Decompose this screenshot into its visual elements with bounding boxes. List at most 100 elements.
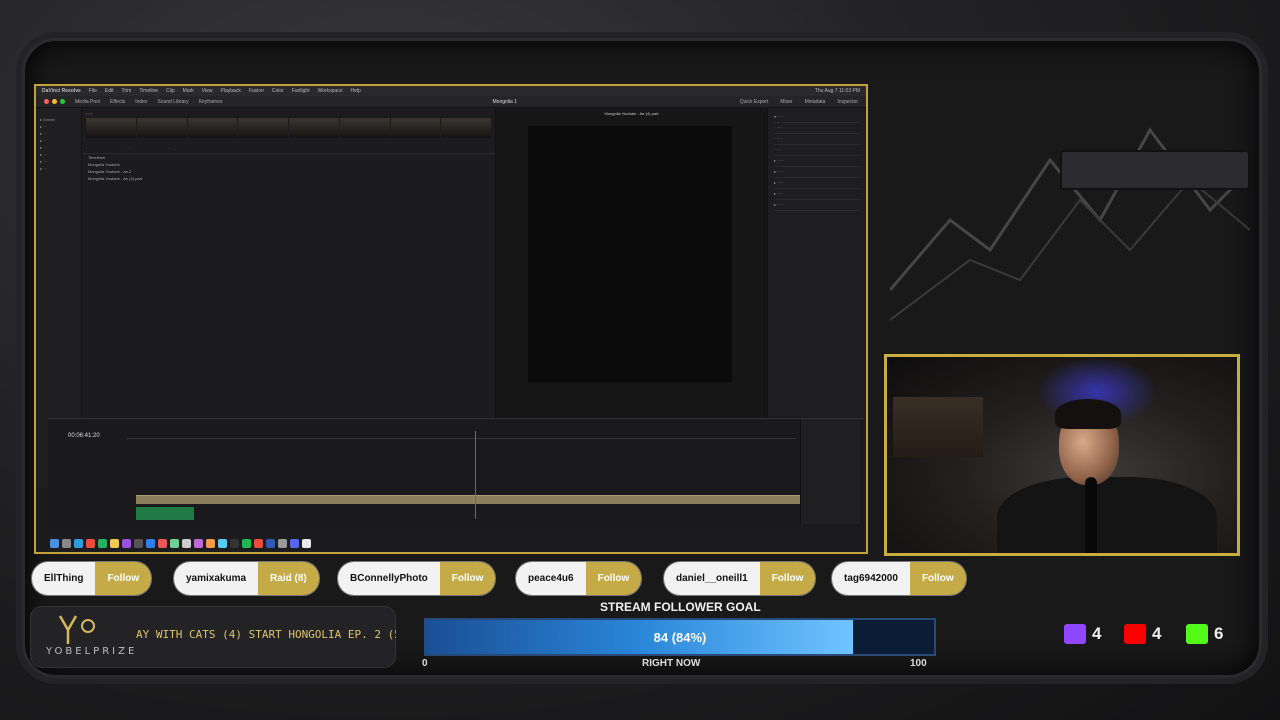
video-track-clip[interactable] xyxy=(136,495,806,504)
finder-icon[interactable] xyxy=(50,538,59,548)
menu-help[interactable]: Help xyxy=(351,88,361,94)
event-user: BConnellyPhoto xyxy=(338,562,440,595)
event-pill: yamixakuma Raid (8) xyxy=(174,562,319,595)
timeline-timecode: 00:06:41:20 xyxy=(68,433,100,439)
sound-library-button[interactable]: Sound Library xyxy=(157,99,188,105)
quick-export-button[interactable]: Quick Export xyxy=(740,99,769,105)
bin-tree-item[interactable]: ▸ Master xyxy=(40,116,77,123)
app-icon[interactable] xyxy=(122,538,131,548)
inspector-section[interactable]: ▸ ····· xyxy=(774,178,860,189)
bin-tree-item[interactable]: ▸ ··· xyxy=(40,151,77,158)
screen-capture: DaVinci Resolve File Edit Trim Timeline … xyxy=(34,84,868,554)
project-title: Mongolia 1 xyxy=(492,98,517,105)
goal-min: 0 xyxy=(422,658,428,669)
clip-thumbnail[interactable] xyxy=(339,118,390,138)
app-icon[interactable] xyxy=(170,538,179,548)
media-pool-breadcrumb: › › › xyxy=(86,111,93,116)
menu-edit[interactable]: Edit xyxy=(105,88,114,94)
inspector-button[interactable]: Inspector xyxy=(837,99,858,105)
safari-icon[interactable] xyxy=(74,538,83,548)
inspector-section[interactable]: ▸ ····· xyxy=(774,189,860,200)
discord-icon[interactable] xyxy=(290,538,299,548)
mixer-button[interactable]: Mixer xyxy=(780,99,792,105)
menu-fusion[interactable]: Fusion xyxy=(249,88,264,94)
app-name[interactable]: DaVinci Resolve xyxy=(42,88,81,94)
event-pill: EllThing Follow xyxy=(32,562,152,595)
index-button[interactable]: Index xyxy=(135,99,147,105)
zoom-window-icon[interactable] xyxy=(60,99,65,104)
audio-track-clip[interactable] xyxy=(136,507,194,520)
app-icon[interactable] xyxy=(134,538,143,548)
goal-progress-bar: 84 (84%) xyxy=(424,618,936,656)
clip-row[interactable]: Mongolia Youtube - ae 2 xyxy=(82,168,495,175)
menu-fairlight[interactable]: Fairlight xyxy=(292,88,310,94)
clip-row[interactable]: Mongolia Youtube - Ae (4) part xyxy=(82,175,495,182)
clip-row[interactable]: Mongolia Youtube xyxy=(82,161,495,168)
menu-timeline[interactable]: Timeline xyxy=(139,88,158,94)
keyframes-button[interactable]: Keyframes xyxy=(199,99,223,105)
spotify-icon[interactable] xyxy=(242,538,251,548)
trash-icon[interactable] xyxy=(302,538,311,548)
audio-mixer[interactable] xyxy=(800,419,860,524)
clip-thumbnail[interactable] xyxy=(136,118,187,138)
close-window-icon[interactable] xyxy=(44,99,49,104)
app-icon[interactable] xyxy=(278,538,287,548)
clip-thumbnail[interactable] xyxy=(187,118,238,138)
app-icon[interactable] xyxy=(98,538,107,548)
app-icon[interactable] xyxy=(146,538,155,548)
bin-tree-item[interactable]: ▸ ··· xyxy=(40,165,77,172)
bin-tree-item[interactable]: ▸ ··· xyxy=(40,123,77,130)
clip-row[interactable]: Timelines xyxy=(82,154,495,161)
menu-workspace[interactable]: Workspace xyxy=(318,88,343,94)
event-pill: peace4u6 Follow xyxy=(516,562,642,595)
menu-clip[interactable]: Clip xyxy=(166,88,175,94)
app-icon[interactable] xyxy=(206,538,215,548)
metadata-button[interactable]: Metadata xyxy=(805,99,826,105)
effects-button[interactable]: Effects xyxy=(110,99,125,105)
bin-tree-item[interactable]: ▸ ··· xyxy=(40,158,77,165)
app-icon[interactable] xyxy=(230,538,239,548)
clip-thumbnail[interactable] xyxy=(390,118,441,138)
inspector-section[interactable]: · ··· · xyxy=(774,145,860,156)
playhead[interactable] xyxy=(475,431,476,519)
inspector-section[interactable]: · ··· · xyxy=(774,134,860,145)
menu-color[interactable]: Color xyxy=(272,88,284,94)
viewer-title: Mongolia Youtube - Ae (4) part xyxy=(604,111,659,116)
clip-thumbnail[interactable] xyxy=(289,118,339,138)
timeline-ruler[interactable] xyxy=(126,431,796,439)
minimize-window-icon[interactable] xyxy=(52,99,57,104)
kick-count: 6 xyxy=(1186,624,1223,644)
viewer-canvas[interactable] xyxy=(528,126,732,382)
inspector-section[interactable]: ▸ ····· xyxy=(774,167,860,178)
app-icon[interactable] xyxy=(254,538,263,548)
twitch-count: 4 xyxy=(1064,624,1101,644)
menu-file[interactable]: File xyxy=(89,88,97,94)
event-user: yamixakuma xyxy=(174,562,259,595)
app-icon[interactable] xyxy=(182,538,191,548)
menu-mark[interactable]: Mark xyxy=(183,88,194,94)
bin-tree-item[interactable]: ▸ ··· xyxy=(40,130,77,137)
menu-trim[interactable]: Trim xyxy=(122,88,132,94)
webcam-background-shelf xyxy=(893,397,983,457)
menu-view[interactable]: View xyxy=(202,88,213,94)
app-icon[interactable] xyxy=(86,538,95,548)
clip-thumbnail[interactable] xyxy=(86,118,136,138)
inspector-section[interactable]: · ··· · xyxy=(774,123,860,134)
inspector-section[interactable]: ▸ ····· xyxy=(774,156,860,167)
app-icon[interactable] xyxy=(194,538,203,548)
clip-thumbnail[interactable] xyxy=(441,118,491,138)
bin-tree-item[interactable]: ▸ ··· xyxy=(40,137,77,144)
inspector-section[interactable]: ▸ ····· xyxy=(774,200,860,211)
inspector-section[interactable]: ▾ ····· xyxy=(774,112,860,123)
app-icon[interactable] xyxy=(110,538,119,548)
photoshop-icon[interactable] xyxy=(266,538,275,548)
app-icon[interactable] xyxy=(158,538,167,548)
bin-tree-item[interactable]: ▸ ··· xyxy=(40,144,77,151)
event-action: Follow xyxy=(909,562,966,595)
thumbnail-strip[interactable] xyxy=(82,118,495,138)
app-icon[interactable] xyxy=(218,538,227,548)
media-pool-button[interactable]: Media Pool xyxy=(75,99,100,105)
menu-playback[interactable]: Playback xyxy=(221,88,241,94)
clip-thumbnail[interactable] xyxy=(238,118,288,138)
launchpad-icon[interactable] xyxy=(62,538,71,548)
